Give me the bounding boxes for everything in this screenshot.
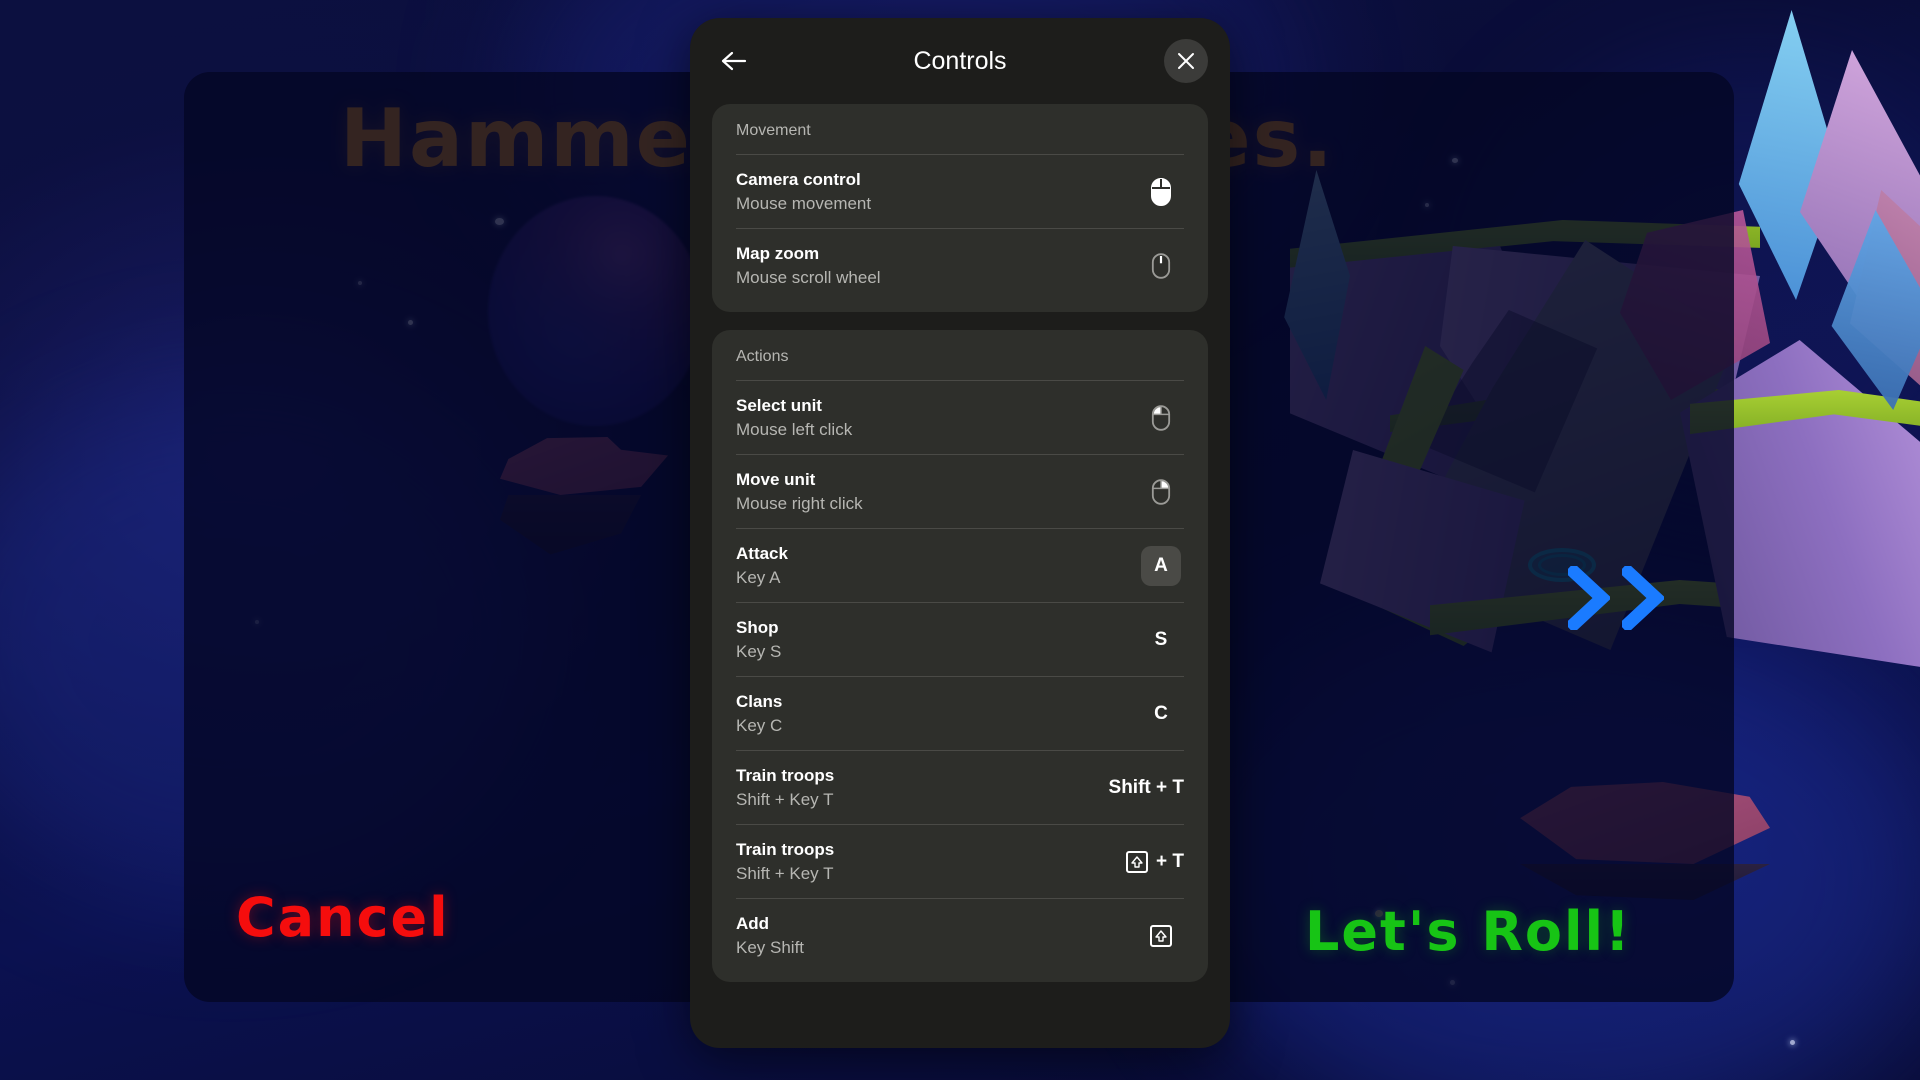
close-button[interactable] (1164, 39, 1208, 83)
control-row[interactable]: Camera control Mouse movement (736, 154, 1184, 228)
row-control (1138, 177, 1184, 207)
row-control: Shift + T (1108, 776, 1184, 798)
lets-roll-button[interactable]: Let's Roll! (1305, 900, 1632, 963)
row-sub: Key C (736, 715, 783, 735)
row-label: Attack (736, 543, 788, 563)
row-sub: Shift + Key T (736, 863, 834, 883)
control-row[interactable]: Clans Key C C (736, 676, 1184, 750)
row-text: Select unit Mouse left click (736, 396, 852, 440)
dialog-title: Controls (913, 46, 1007, 75)
shift-key-icon (1150, 924, 1172, 947)
chevron-right-icon (1622, 566, 1664, 630)
row-text: Map zoom Mouse scroll wheel (736, 244, 881, 288)
row-sub: Mouse left click (736, 419, 853, 439)
row-text: Train troops Shift + Key T (736, 766, 834, 810)
row-label: Select unit (736, 395, 822, 415)
row-text: Move unit Mouse right click (736, 470, 863, 514)
row-text: Train troops Shift + Key T (736, 840, 834, 884)
dialog-body: Movement Camera control Mouse movement M… (690, 104, 1230, 1048)
control-row[interactable]: Select unit Mouse left click (736, 380, 1184, 454)
row-label: Camera control (736, 169, 861, 189)
back-button[interactable] (712, 39, 756, 83)
row-control (1138, 478, 1184, 506)
row-text: Clans Key C (736, 692, 782, 736)
control-row[interactable]: Shop Key S S (736, 602, 1184, 676)
section-title: Actions (736, 348, 789, 365)
row-label: Map zoom (736, 243, 820, 263)
row-control: + T (1126, 850, 1184, 873)
row-control: C (1154, 702, 1168, 724)
row-text: Add Key Shift (736, 914, 804, 958)
arrow-up-icon (1131, 855, 1143, 868)
control-row[interactable]: Train troops Shift + Key T + T (736, 824, 1184, 898)
row-control: A (1138, 545, 1184, 586)
key-chip[interactable]: A (1141, 545, 1181, 586)
shift-key-icon (1126, 850, 1149, 873)
row-control: S (1154, 628, 1168, 650)
control-row[interactable]: Train troops Shift + Key T Shift + T (736, 750, 1184, 824)
row-control (1138, 252, 1184, 280)
arrow-up-icon (1155, 929, 1167, 942)
row-text: Attack Key A (736, 544, 788, 588)
shift-plus-key-label: + T (1156, 850, 1184, 872)
row-sub: Key A (736, 567, 781, 587)
row-text: Shop Key S (736, 618, 781, 662)
mouse-icon (1151, 177, 1171, 206)
row-label: Shop (736, 617, 779, 637)
mouse-left-click-icon (1151, 404, 1171, 431)
row-sub: Mouse movement (736, 193, 872, 213)
row-label: Train troops (736, 839, 835, 859)
control-row[interactable]: Add Key Shift (736, 898, 1184, 972)
row-label: Train troops (736, 765, 835, 785)
control-row[interactable]: Attack Key A A (736, 528, 1184, 602)
row-sub: Mouse right click (736, 493, 863, 513)
row-control (1138, 404, 1184, 432)
row-label: Add (736, 913, 770, 933)
row-sub: Mouse scroll wheel (736, 267, 881, 287)
row-label: Move unit (736, 469, 816, 489)
control-row[interactable]: Move unit Mouse right click (736, 454, 1184, 528)
section-movement: Movement Camera control Mouse movement M… (712, 104, 1208, 312)
arrow-left-icon (721, 51, 747, 71)
row-label: Clans (736, 691, 783, 711)
row-sub: Key Shift (736, 937, 805, 957)
row-text: Camera control Mouse movement (736, 170, 871, 214)
mouse-right-click-icon (1151, 478, 1171, 505)
section-title: Movement (736, 122, 811, 139)
row-sub: Shift + Key T (736, 789, 834, 809)
star (1790, 1040, 1795, 1045)
row-sub: Key S (736, 641, 782, 661)
control-row[interactable]: Map zoom Mouse scroll wheel (736, 228, 1184, 302)
cancel-button[interactable]: Cancel (236, 886, 450, 949)
next-chevrons (1568, 566, 1664, 630)
row-control (1138, 924, 1184, 947)
dialog-header: Controls (690, 18, 1230, 104)
mouse-scroll-icon (1151, 252, 1171, 279)
close-icon (1178, 53, 1194, 69)
controls-dialog: Controls Movement Camera control Mouse m… (690, 18, 1230, 1048)
chevron-right-icon (1568, 566, 1610, 630)
section-actions: Actions Select unit Mouse left click Mov… (712, 330, 1208, 982)
